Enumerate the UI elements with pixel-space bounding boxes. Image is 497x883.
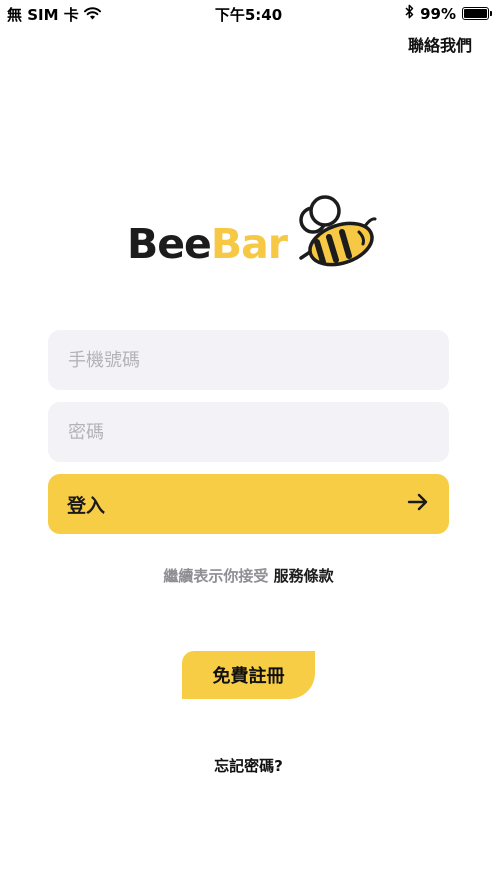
login-button[interactable]: 登入	[48, 474, 449, 534]
status-bar: 無 SIM 卡 下午5:40 99%	[0, 0, 497, 26]
battery-fill	[464, 9, 487, 18]
beebar-logo: BeeBar	[127, 192, 377, 274]
terms-of-service-link[interactable]: 服務條款	[274, 567, 334, 585]
terms-notice: 繼續表示你接受 服務條款	[0, 565, 497, 586]
logo-bee-text: Bee	[127, 220, 212, 268]
battery-percent: 99%	[420, 4, 456, 23]
free-register-button[interactable]: 免費註冊	[182, 651, 315, 699]
logo-wordmark: BeeBar	[127, 224, 288, 265]
bee-icon	[299, 195, 377, 267]
forgot-password-link[interactable]: 忘記密碼?	[0, 755, 497, 776]
login-screen: 無 SIM 卡 下午5:40 99% 聯絡我們 BeeBar 手機號碼 登入 繼…	[0, 0, 497, 883]
arrow-right-icon	[407, 493, 429, 515]
contact-us-link[interactable]: 聯絡我們	[408, 32, 472, 56]
bluetooth-icon	[405, 4, 414, 23]
phone-number-input[interactable]	[48, 330, 449, 390]
battery-cap	[490, 11, 492, 16]
status-right: 99%	[405, 4, 492, 23]
login-button-label: 登入	[67, 494, 106, 517]
logo-bar-text: Bar	[210, 220, 288, 268]
terms-prefix: 繼續表示你接受	[163, 567, 269, 585]
password-input[interactable]	[48, 402, 449, 462]
battery-icon	[462, 7, 492, 20]
